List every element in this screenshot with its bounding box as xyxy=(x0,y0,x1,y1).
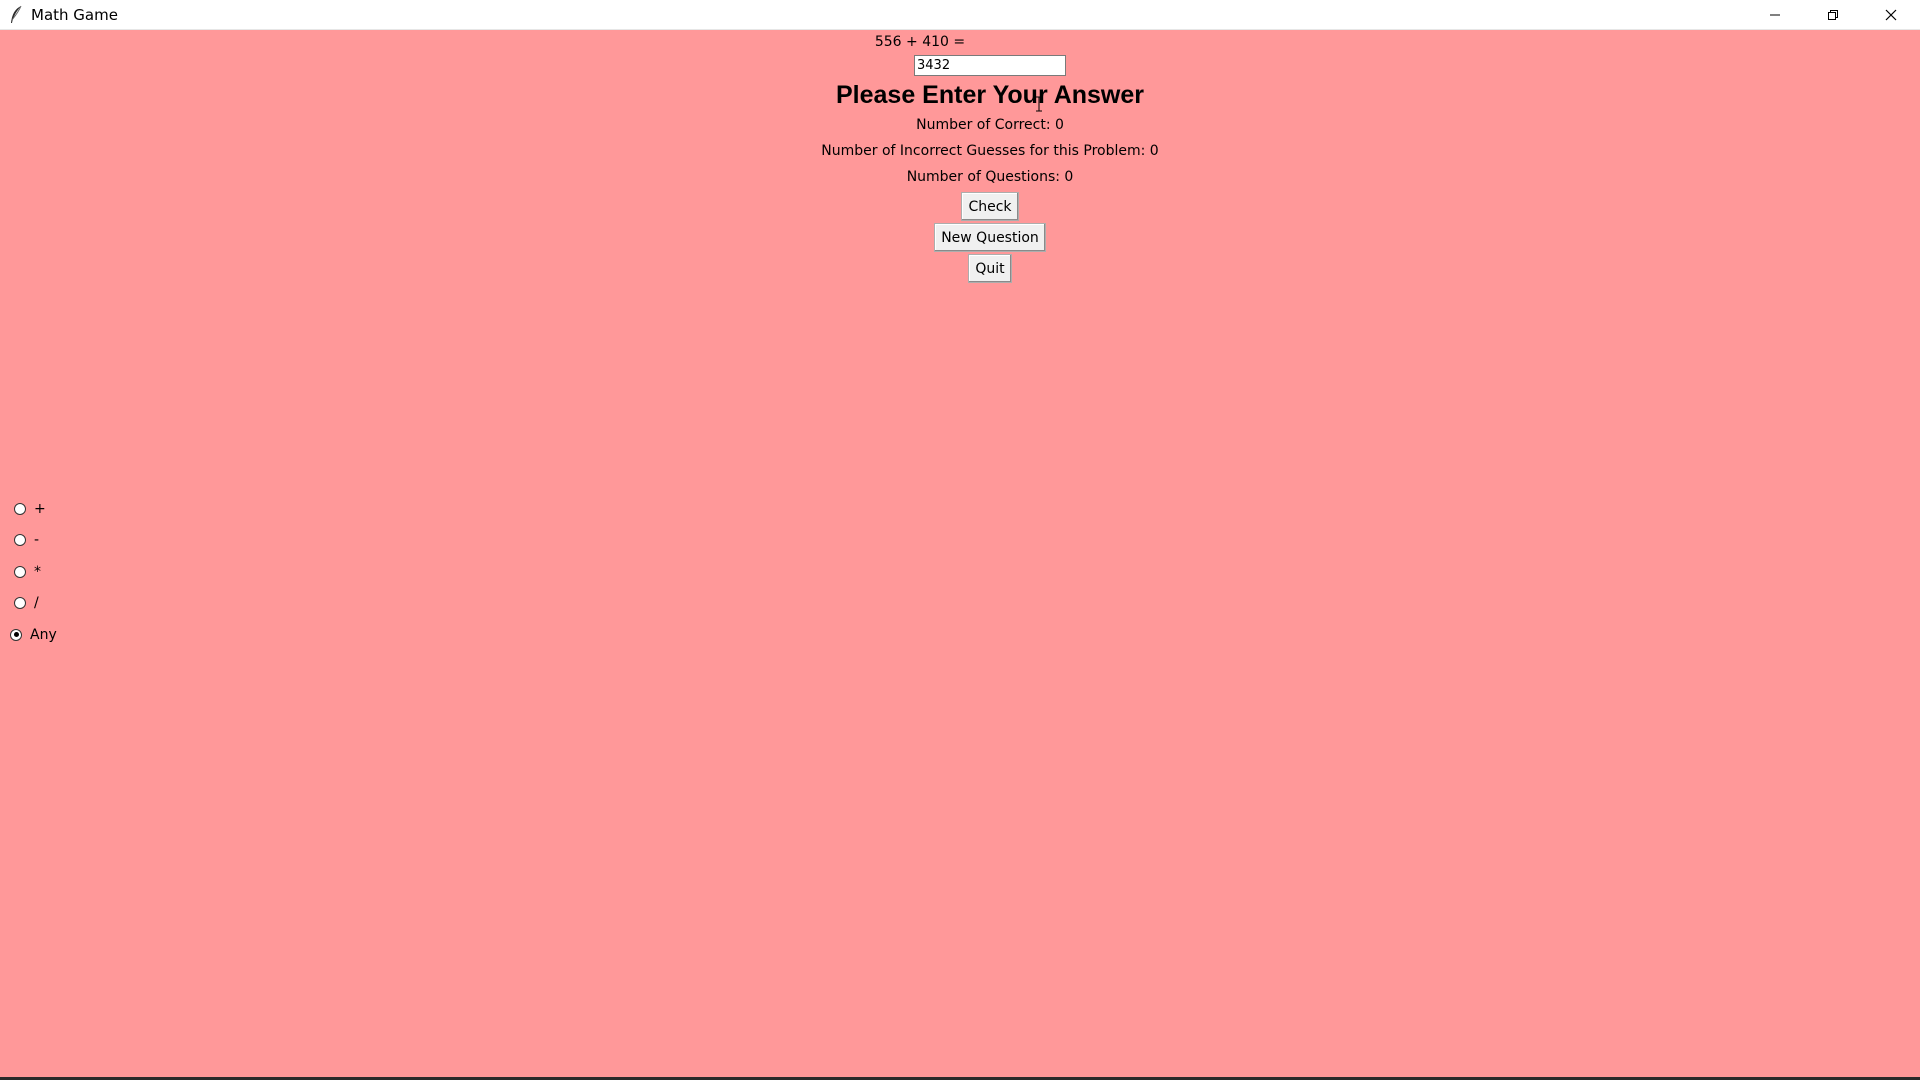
radio-button-icon[interactable] xyxy=(14,534,26,547)
new-question-button[interactable]: New Question xyxy=(934,223,1046,252)
incorrect-count-label: Number of Incorrect Guesses for this Pro… xyxy=(821,143,1159,159)
minimize-button[interactable] xyxy=(1746,0,1804,29)
problem-label: 556 + 410 = xyxy=(874,34,966,50)
radio-button-icon[interactable] xyxy=(10,628,22,641)
prompt-heading: Please Enter Your Answer xyxy=(836,81,1144,109)
radio-add[interactable]: + xyxy=(10,493,57,525)
radio-label: / xyxy=(34,595,39,612)
correct-count-label: Number of Correct: 0 xyxy=(916,117,1064,133)
check-button[interactable]: Check xyxy=(961,192,1019,221)
radio-button-icon[interactable] xyxy=(14,565,26,578)
close-button[interactable] xyxy=(1862,0,1920,29)
radio-subtract[interactable]: - xyxy=(10,525,57,557)
app-window: Math Game 556 + 410 = Please xyxy=(0,0,1920,1080)
text-cursor-icon xyxy=(1036,96,1042,112)
restore-icon xyxy=(1828,9,1838,20)
radio-divide[interactable]: / xyxy=(10,588,57,620)
radio-multiply[interactable]: * xyxy=(10,556,57,588)
title-bar[interactable]: Math Game xyxy=(0,0,1920,30)
radio-label: Any xyxy=(30,626,57,643)
radio-label: + xyxy=(34,500,46,517)
minimize-icon xyxy=(1770,14,1780,15)
answer-input[interactable] xyxy=(914,55,1066,76)
window-controls xyxy=(1746,0,1920,29)
radio-label: * xyxy=(34,563,41,580)
restore-button[interactable] xyxy=(1804,0,1862,29)
feather-icon xyxy=(5,4,27,26)
radio-label: - xyxy=(34,532,40,549)
quit-button[interactable]: Quit xyxy=(968,254,1012,283)
radio-button-icon[interactable] xyxy=(14,597,26,610)
window-title: Math Game xyxy=(31,5,118,24)
game-area: 556 + 410 = Please Enter Your Answer Num… xyxy=(0,30,1920,1077)
question-panel: 556 + 410 = Please Enter Your Answer Num… xyxy=(0,30,1920,283)
radio-button-icon[interactable] xyxy=(14,502,26,515)
close-icon xyxy=(1885,9,1897,20)
radio-any[interactable]: Any xyxy=(10,619,57,651)
operation-radio-group: + - * / Any xyxy=(10,493,57,651)
questions-count-label: Number of Questions: 0 xyxy=(906,169,1074,185)
